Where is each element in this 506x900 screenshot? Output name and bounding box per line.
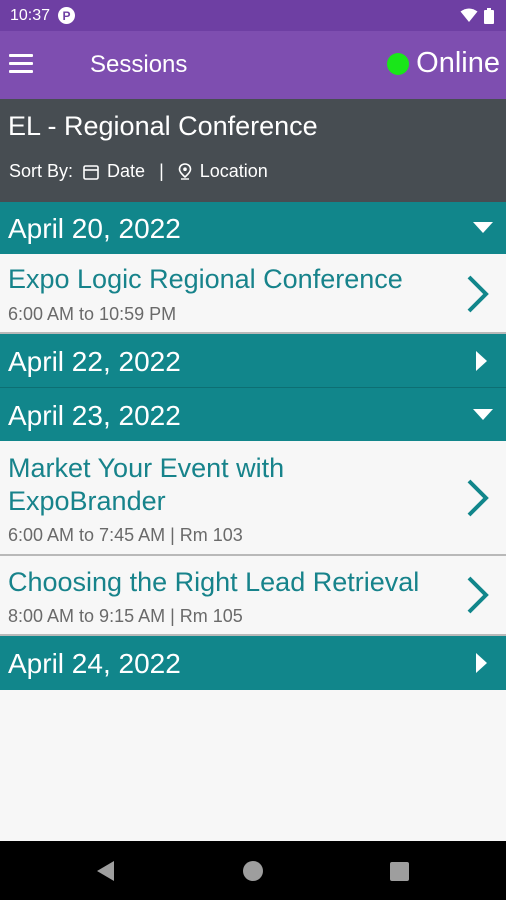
day-header-april-22[interactable]: April 22, 2022 <box>0 334 506 388</box>
session-title: Expo Logic Regional Conference <box>8 264 403 294</box>
home-icon[interactable] <box>242 860 264 882</box>
recent-apps-icon[interactable] <box>390 862 409 881</box>
chevron-right-icon <box>467 479 489 517</box>
session-item[interactable]: Choosing the Right Lead Retrieval 8:00 A… <box>0 556 506 636</box>
back-icon[interactable] <box>97 861 115 881</box>
caret-down-icon <box>473 409 493 420</box>
online-status-dot <box>387 52 410 75</box>
caret-down-icon <box>473 222 493 233</box>
online-status-label: Online <box>416 47 500 79</box>
sort-bar: Sort By: Date | Location <box>9 161 268 182</box>
session-time: 6:00 AM to 7:45 AM | Rm 103 <box>8 525 243 545</box>
session-time: 6:00 AM to 10:59 PM <box>8 304 177 324</box>
session-title: Market Your Event with ExpoBrander <box>8 453 285 516</box>
sort-option-location-label: Location <box>199 161 268 181</box>
chevron-right-icon <box>467 275 489 313</box>
day-header-april-23[interactable]: April 23, 2022 <box>0 388 506 441</box>
sort-by-date-button[interactable]: Date <box>83 161 145 182</box>
session-title: Choosing the Right Lead Retrieval <box>8 567 420 597</box>
connection-status: Online <box>387 47 500 80</box>
day-date-label: April 24, 2022 <box>8 648 181 679</box>
day-header-april-20[interactable]: April 20, 2022 <box>0 202 506 254</box>
day-date-label: April 23, 2022 <box>8 400 181 431</box>
app-bar: Sessions Online <box>0 31 506 99</box>
system-navigation-bar <box>0 841 506 900</box>
status-left: 10:37 P <box>10 6 76 25</box>
sort-by-label: Sort By: <box>9 161 74 181</box>
sort-option-date-label: Date <box>107 161 146 181</box>
sort-by-location-button[interactable]: Location <box>178 161 268 182</box>
day-date-label: April 20, 2022 <box>8 213 181 244</box>
conference-header: EL - Regional Conference Sort By: Date |… <box>0 99 506 202</box>
sort-separator: | <box>159 161 164 181</box>
page-title: Sessions <box>90 51 188 78</box>
caret-right-icon <box>476 653 487 673</box>
conference-title: EL - Regional Conference <box>8 111 318 141</box>
status-time: 10:37 <box>10 6 51 24</box>
app-notification-icon: P <box>58 7 76 24</box>
session-time: 8:00 AM to 9:15 AM | Rm 105 <box>8 606 243 626</box>
hamburger-menu-icon[interactable] <box>9 54 33 74</box>
day-header-april-24[interactable]: April 24, 2022 <box>0 636 506 690</box>
session-item[interactable]: Expo Logic Regional Conference 6:00 AM t… <box>0 254 506 334</box>
caret-right-icon <box>476 351 487 371</box>
chevron-right-icon <box>467 576 489 614</box>
status-right <box>460 7 494 24</box>
day-date-label: April 22, 2022 <box>8 346 181 377</box>
location-pin-icon <box>178 163 192 180</box>
wifi-icon <box>460 8 478 22</box>
session-item[interactable]: Market Your Event with ExpoBrander 6:00 … <box>0 441 506 556</box>
battery-icon <box>484 7 494 24</box>
status-bar: 10:37 P <box>0 0 506 31</box>
calendar-icon <box>83 164 99 180</box>
